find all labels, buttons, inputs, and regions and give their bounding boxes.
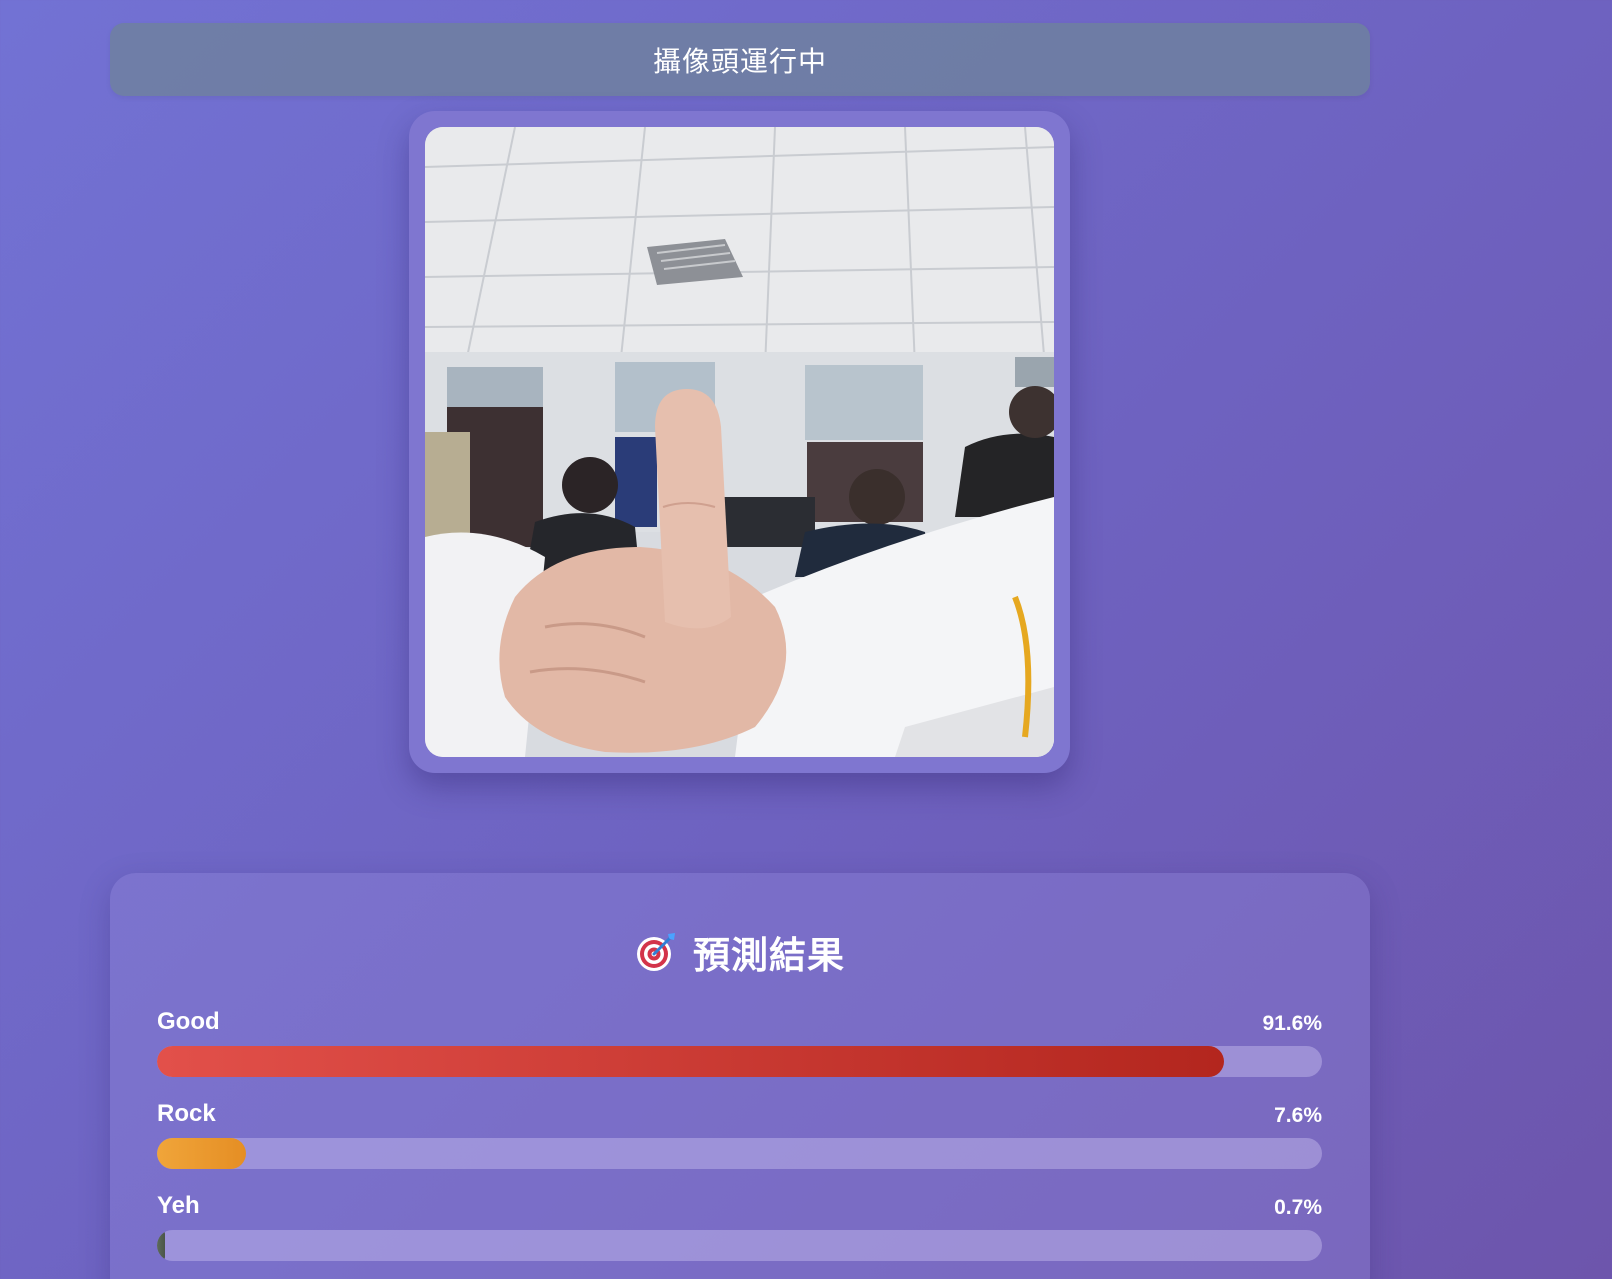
prediction-row-rock: Rock 7.6% [157,1098,1322,1169]
camera-status-bar: 攝像頭運行中 [110,23,1370,96]
prediction-value: 7.6% [1274,1104,1322,1127]
results-title: 預測結果 [693,934,845,977]
prediction-results-panel: 預測結果 Good 91.6% Rock 7.6% Yeh 0.7% [110,873,1370,1279]
prediction-bar-track [157,1230,1322,1261]
camera-feed-image [425,127,1054,757]
prediction-bar-track [157,1046,1322,1077]
prediction-bar-fill [157,1138,246,1169]
prediction-label: Yeh [157,1192,200,1219]
prediction-bar-fill [157,1046,1225,1077]
camera-feed [425,127,1054,757]
prediction-label: Good [157,1008,220,1035]
prediction-value: 91.6% [1262,1012,1322,1035]
target-icon [637,933,675,971]
prediction-bar-fill [157,1230,166,1261]
camera-frame [409,111,1070,773]
prediction-label: Rock [157,1100,216,1127]
prediction-row-good: Good 91.6% [157,1006,1322,1077]
prediction-value: 0.7% [1274,1196,1322,1219]
camera-status-text: 攝像頭運行中 [652,44,827,78]
results-header: 預測結果 [110,925,1370,979]
prediction-bar-track [157,1138,1322,1169]
prediction-row-yeh: Yeh 0.7% [157,1190,1322,1261]
